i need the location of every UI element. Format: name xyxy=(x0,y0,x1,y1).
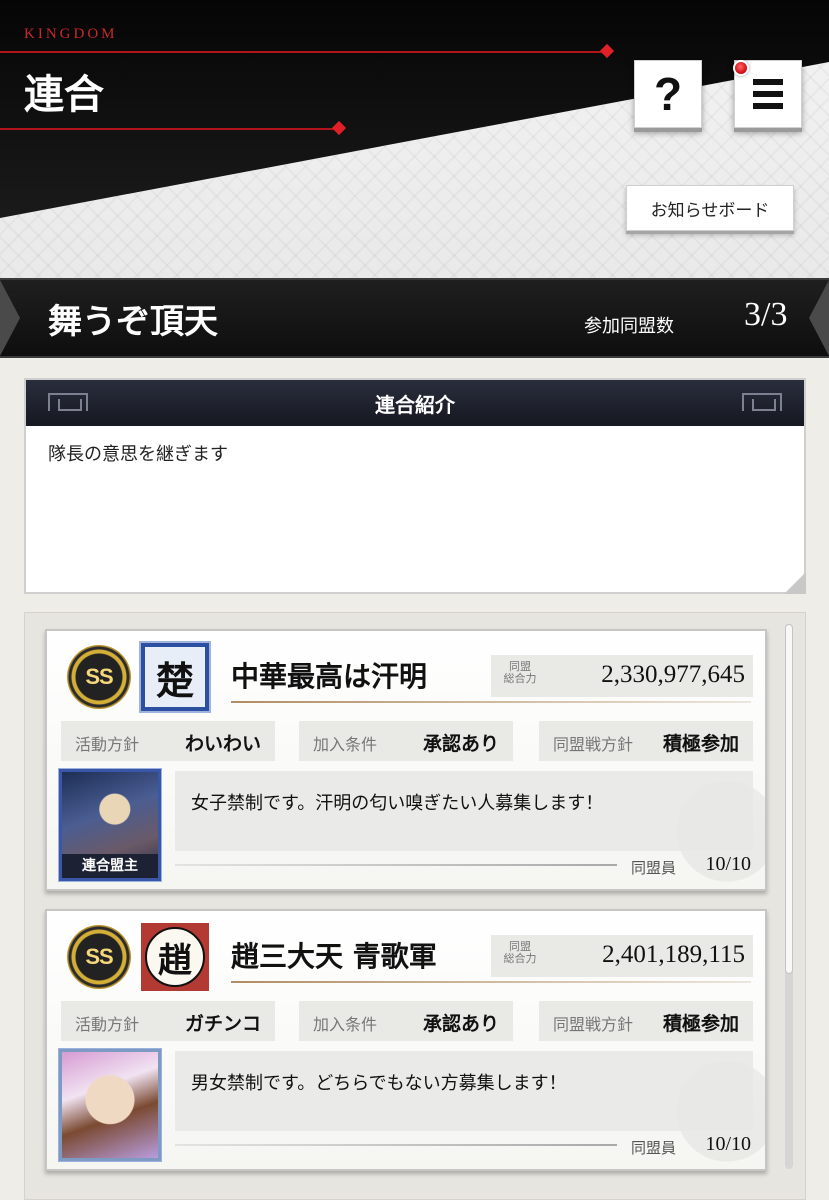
power-label: 同盟 総合力 xyxy=(503,660,537,685)
page-title: 連合 xyxy=(24,71,104,118)
rank-badge-icon: SS xyxy=(67,645,131,709)
greek-key-ornament-icon xyxy=(742,393,782,411)
help-button[interactable]: ? xyxy=(634,60,702,128)
power-label: 同盟 総合力 xyxy=(503,940,537,965)
bar-edge-right xyxy=(809,280,829,356)
member-divider xyxy=(175,1144,617,1146)
notice-board-button[interactable]: お知らせボード xyxy=(626,185,794,231)
tag-battle-policy: 同盟戦方針 積極参加 xyxy=(539,721,753,761)
question-mark-icon: ? xyxy=(653,68,683,120)
members-label: 同盟員 xyxy=(631,1139,677,1157)
tag-activity-policy: 活動方針 わいわい xyxy=(61,721,275,761)
alliance-comment: 男女禁制です。どちらでもない方募集します！ xyxy=(191,1073,567,1094)
power-value: 2,401,189,115 xyxy=(602,941,745,968)
list-scrollbar[interactable] xyxy=(785,624,793,1169)
leader-avatar[interactable] xyxy=(58,1048,162,1162)
members-label: 同盟員 xyxy=(631,859,677,877)
alliance-power: 同盟 総合力 2,401,189,115 xyxy=(491,935,753,977)
member-divider xyxy=(175,864,617,866)
tag-join-condition: 加入条件 承認あり xyxy=(299,721,513,761)
rank-badge-icon: SS xyxy=(67,925,131,989)
alliance-list[interactable]: SS 楚 中華最高は汗明 同盟 総合力 2,330,977,645 活動方針 わいわ… xyxy=(24,612,806,1200)
alliance-power: 同盟 総合力 2,330,977,645 xyxy=(491,655,753,697)
union-name: 舞うぞ頂天 xyxy=(48,302,218,342)
members-value: 10/10 xyxy=(705,1133,751,1155)
scrollbar-thumb[interactable] xyxy=(785,624,793,974)
alliance-name: 中華最高は汗明 xyxy=(231,660,428,693)
tag-activity-policy: 活動方針 ガチンコ xyxy=(61,1001,275,1041)
alliance-name: 趙三大天 青歌軍 xyxy=(231,940,437,973)
alliance-comment-box: 男女禁制です。どちらでもない方募集します！ xyxy=(175,1051,753,1131)
notification-dot xyxy=(733,60,749,76)
union-info-bar: 舞うぞ頂天 参加同盟数 3/3 xyxy=(0,278,829,358)
member-count-label: 参加同盟数 xyxy=(584,316,674,337)
hamburger-menu-icon xyxy=(753,79,783,109)
corner-ornament xyxy=(784,572,806,594)
intro-header: 連合紹介 xyxy=(26,380,804,426)
alliance-emblem: 趙 xyxy=(141,923,209,991)
intro-heading: 連合紹介 xyxy=(375,392,455,417)
brand-logo: KINGDOM xyxy=(24,26,118,42)
alliance-emblem: 楚 xyxy=(139,641,211,713)
greek-key-ornament-icon xyxy=(48,393,88,411)
alliance-card[interactable]: SS 趙 趙三大天 青歌軍 同盟 総合力 2,401,189,115 活動方針 ガチ… xyxy=(45,909,767,1171)
member-count-value: 3/3 xyxy=(744,296,788,333)
tag-battle-policy: 同盟戦方針 積極参加 xyxy=(539,1001,753,1041)
name-underline xyxy=(231,701,751,703)
alliance-comment-box: 女子禁制です。汗明の匂い嗅ぎたい人募集します！ xyxy=(175,771,753,851)
tag-join-condition: 加入条件 承認あり xyxy=(299,1001,513,1041)
intro-text: 隊長の意思を継ぎます xyxy=(48,444,228,465)
leader-avatar[interactable]: 連合盟主 xyxy=(58,768,162,882)
title-divider-top xyxy=(0,43,615,59)
app-header: KINGDOM 連合 ? お知らせボード xyxy=(0,0,829,278)
union-intro-panel: 連合紹介 隊長の意思を継ぎます xyxy=(24,378,806,594)
power-value: 2,330,977,645 xyxy=(601,661,745,688)
members-value: 10/10 xyxy=(705,853,751,875)
name-underline xyxy=(231,981,751,983)
title-divider-bottom xyxy=(0,120,347,136)
alliance-card[interactable]: SS 楚 中華最高は汗明 同盟 総合力 2,330,977,645 活動方針 わいわ… xyxy=(45,629,767,891)
leader-badge: 連合盟主 xyxy=(62,854,158,878)
header-dark-band xyxy=(0,0,829,218)
bar-edge-left xyxy=(0,280,20,356)
alliance-comment: 女子禁制です。汗明の匂い嗅ぎたい人募集します！ xyxy=(191,793,604,814)
